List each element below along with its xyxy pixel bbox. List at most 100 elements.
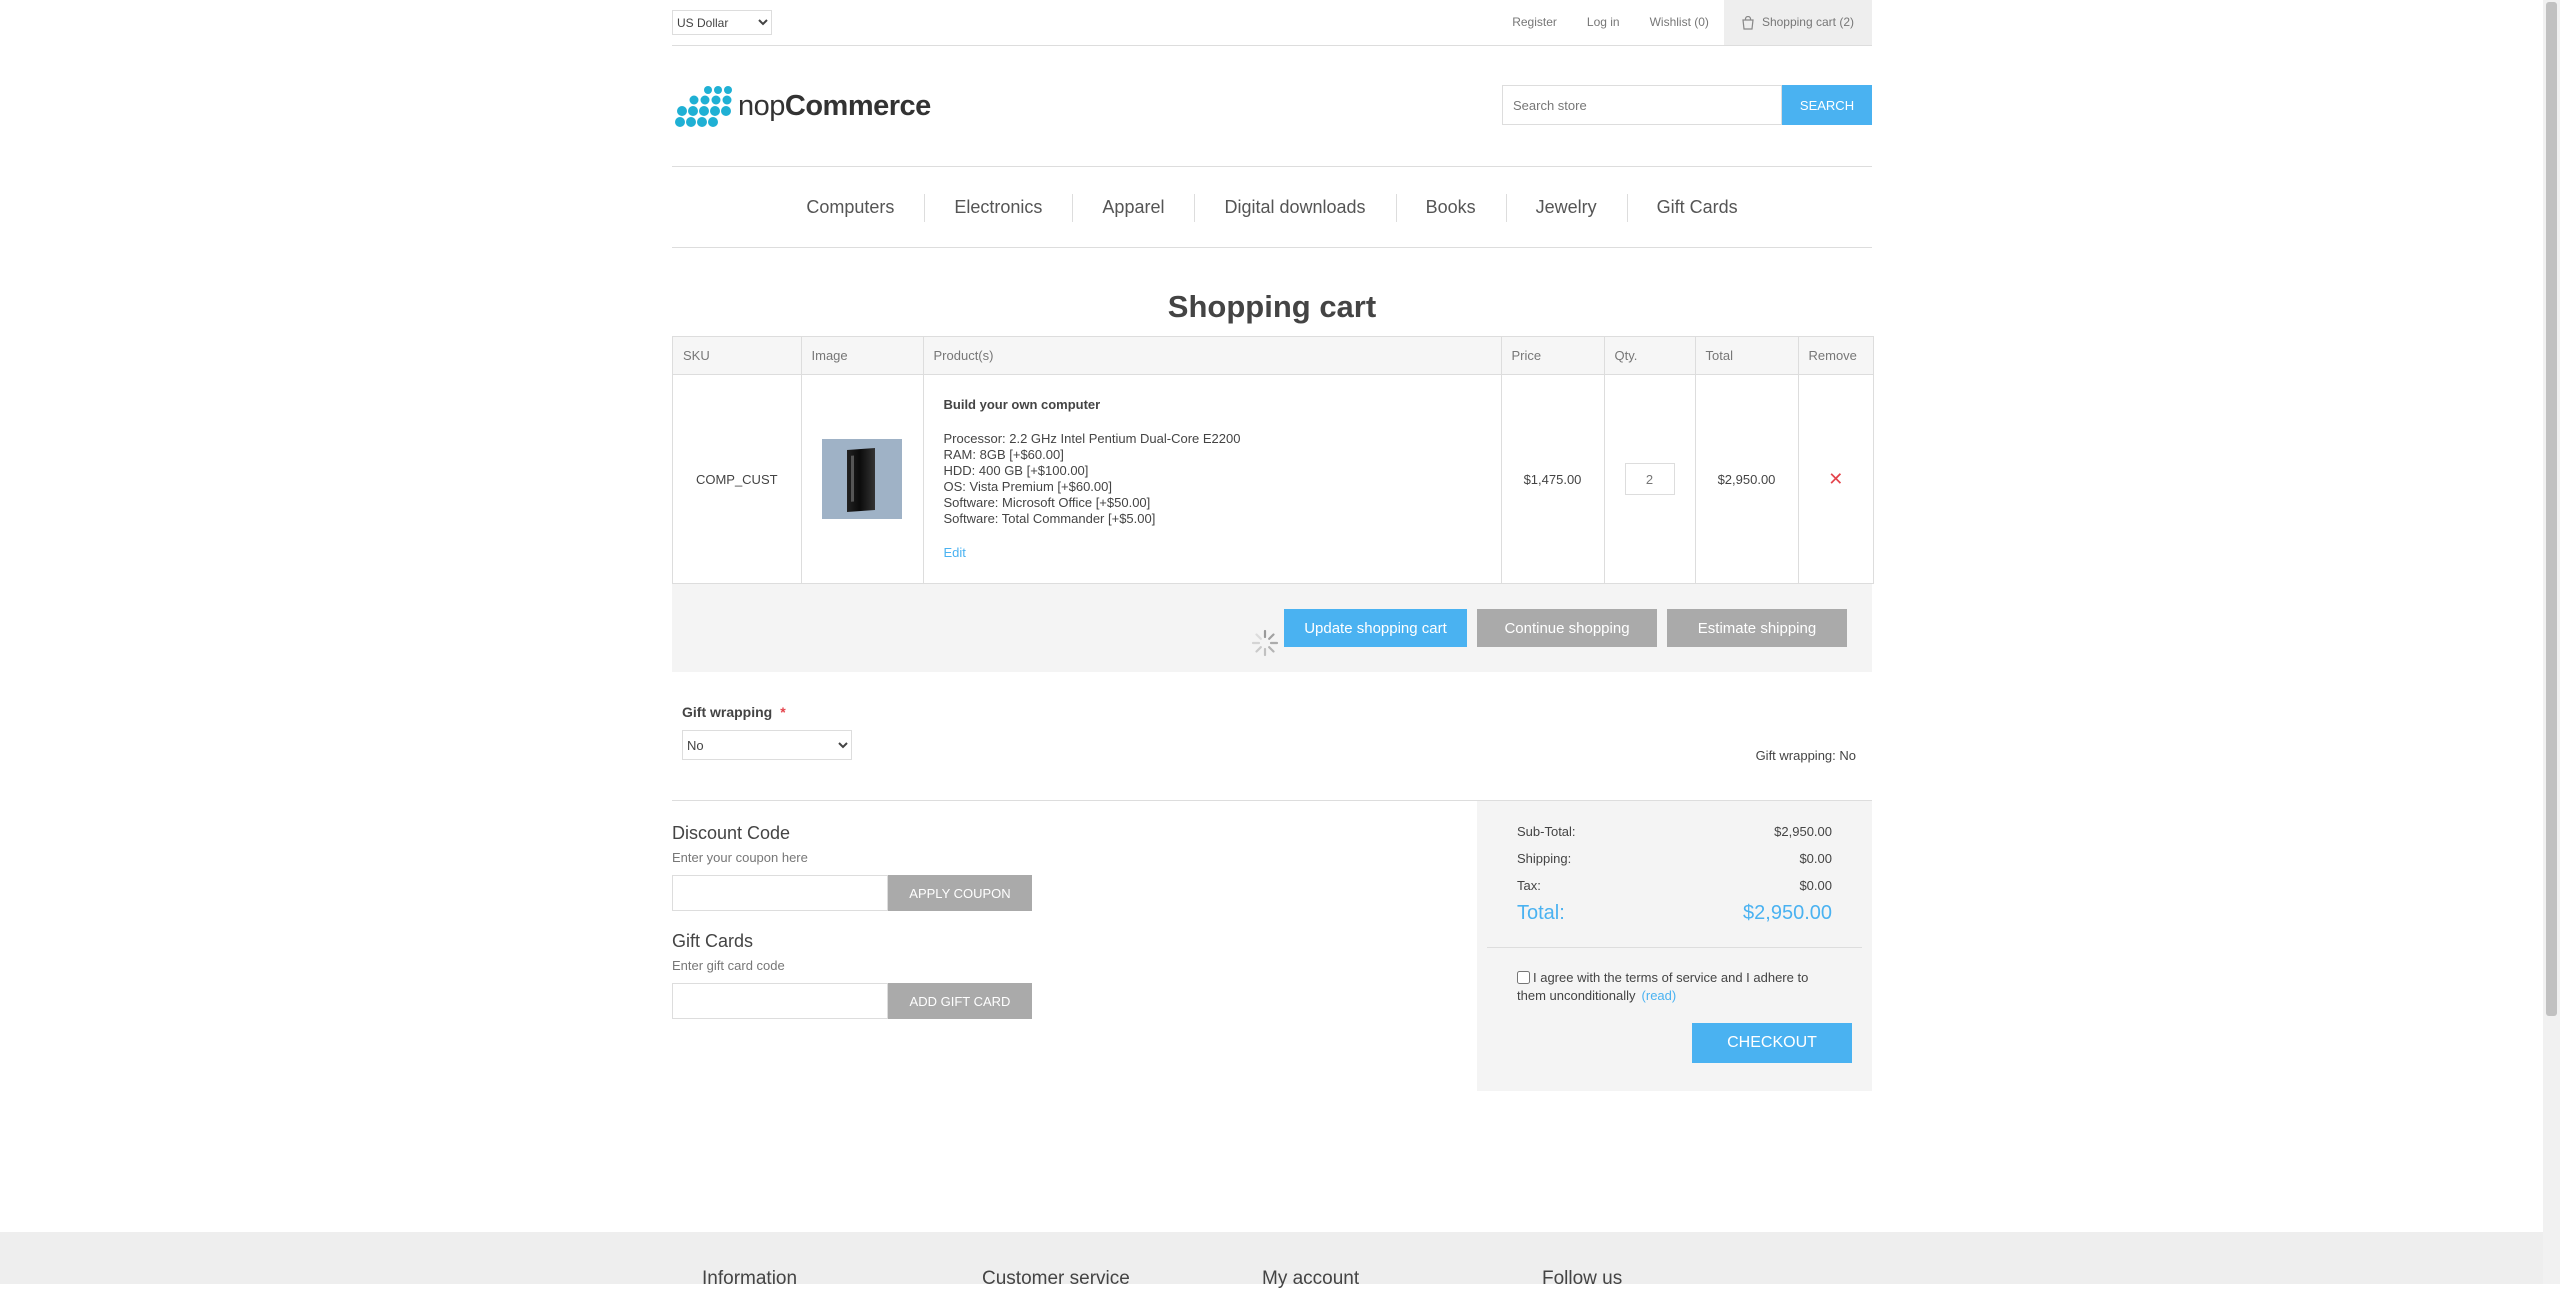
subtotal-row: Sub-Total: $2,950.00 xyxy=(1517,824,1832,839)
page-title: Shopping cart xyxy=(1167,289,1377,324)
checkout-button[interactable]: Checkout xyxy=(1692,1023,1852,1063)
menu-item-electronics[interactable]: Electronics xyxy=(924,193,1072,222)
add-gift-card-button[interactable]: Add gift card xyxy=(888,983,1032,1019)
col-price: Price xyxy=(1500,337,1604,375)
item-qty-cell xyxy=(1603,374,1695,583)
continue-shopping-button[interactable]: Continue shopping xyxy=(1477,609,1657,647)
col-total: Total xyxy=(1694,337,1798,375)
attribute-line: Software: Microsoft Office [+$50.00] xyxy=(943,495,1151,510)
subtotal-value: $2,950.00 xyxy=(1774,824,1832,839)
page-container: US Dollar Register Log in Wishlist (0) S… xyxy=(672,0,1874,1091)
footer-information-title: Information xyxy=(702,1268,798,1289)
col-qty: Qty. xyxy=(1603,337,1695,375)
register-link[interactable]: Register xyxy=(1497,0,1572,45)
product-name-link[interactable]: Build your own computer xyxy=(944,397,1481,413)
header-upper: US Dollar Register Log in Wishlist (0) S… xyxy=(672,0,1872,46)
logo-text-light: nop xyxy=(738,89,785,122)
edit-item-link[interactable]: Edit xyxy=(944,545,966,561)
store-logo[interactable]: nopCommerce xyxy=(674,84,931,128)
gift-card-box: Gift Cards Enter gift card code Add gift… xyxy=(672,931,1032,1019)
tax-label: Tax: xyxy=(1517,878,1541,893)
attribute-line: HDD: 400 GB [+$100.00] xyxy=(943,463,1089,478)
menu-item-books[interactable]: Books xyxy=(1395,193,1506,222)
shipping-label: Shipping: xyxy=(1517,851,1572,866)
attribute-line: Processor: 2.2 GHz Intel Pentium Dual-Co… xyxy=(943,431,1241,446)
checkout-attributes: Gift wrapping * No Gift wrapping: No xyxy=(672,672,1872,801)
read-terms-link[interactable]: (read) xyxy=(1642,988,1677,1003)
gift-wrapping-label-text: Gift wrapping xyxy=(682,704,773,720)
footer-customer-service-title: Customer service xyxy=(982,1268,1130,1289)
header-links: Register Log in Wishlist (0) Shopping ca… xyxy=(1497,0,1872,45)
gift-card-code-input[interactable] xyxy=(672,983,888,1019)
discount-box: Discount Code Enter your coupon here App… xyxy=(672,823,1032,911)
cart-table: SKU Image Product(s) Price Qty. Total Re… xyxy=(672,336,1874,584)
gift-cards-title: Gift Cards xyxy=(672,931,754,951)
col-remove: Remove xyxy=(1797,337,1873,375)
menu-item-apparel[interactable]: Apparel xyxy=(1072,193,1194,222)
attribute-line: OS: Vista Premium [+$60.00] xyxy=(943,479,1112,494)
shopping-bag-icon xyxy=(1741,15,1755,30)
attribute-line: Software: Total Commander [+$5.00] xyxy=(943,511,1156,526)
logo-text: nopCommerce xyxy=(738,90,931,123)
cart-header-row: SKU Image Product(s) Price Qty. Total Re… xyxy=(673,337,1873,375)
search-box: Search xyxy=(1502,85,1872,125)
terms-checkbox[interactable] xyxy=(1517,971,1530,984)
footer-my-account-title: My account xyxy=(1262,1268,1360,1289)
gift-wrapping-info: Gift wrapping: No xyxy=(1755,748,1856,763)
top-menu: Computers Electronics Apparel Digital do… xyxy=(672,166,1872,248)
gift-wrapping-label: Gift wrapping * xyxy=(682,704,786,720)
item-sku: COMP_CUST xyxy=(695,471,778,487)
discount-hint: Enter your coupon here xyxy=(672,850,808,865)
tax-value: $0.00 xyxy=(1799,878,1832,893)
footer-follow-us-title: Follow us xyxy=(1542,1268,1623,1289)
product-image[interactable] xyxy=(822,439,902,519)
order-total-value: $2,950.00 xyxy=(1743,902,1832,924)
attribute-line: RAM: 8GB [+$60.00] xyxy=(943,447,1064,462)
menu-item-gift-cards[interactable]: Gift Cards xyxy=(1626,193,1768,222)
loading-spinner-icon xyxy=(1251,629,1279,657)
subtotal-label: Sub-Total: xyxy=(1517,824,1576,839)
wishlist-link[interactable]: Wishlist (0) xyxy=(1635,0,1724,45)
discount-title: Discount Code xyxy=(672,823,791,843)
page-footer: Information Customer service My account … xyxy=(0,1232,2543,1289)
item-image-cell xyxy=(800,374,923,583)
required-marker: * xyxy=(780,704,786,720)
order-total-row: Total: $2,950.00 xyxy=(1517,902,1832,925)
menu-item-jewelry[interactable]: Jewelry xyxy=(1505,193,1627,222)
cart-footer: Discount Code Enter your coupon here App… xyxy=(672,801,1872,1091)
menu-item-digital-downloads[interactable]: Digital downloads xyxy=(1194,193,1395,222)
header-lower: nopCommerce Search xyxy=(672,46,1872,166)
col-sku: SKU xyxy=(673,337,801,375)
gift-wrapping-select[interactable]: No xyxy=(682,730,852,760)
update-cart-button[interactable]: Update shopping cart xyxy=(1284,609,1467,647)
scrollbar-thumb[interactable] xyxy=(2546,2,2557,1016)
item-product-cell: Build your own computer Processor: 2.2 G… xyxy=(922,374,1501,583)
apply-coupon-button[interactable]: Apply coupon xyxy=(888,875,1032,911)
login-link[interactable]: Log in xyxy=(1572,0,1635,45)
menu-item-computers[interactable]: Computers xyxy=(776,197,924,218)
col-products: Product(s) xyxy=(922,337,1501,375)
currency-selector[interactable]: US Dollar xyxy=(672,10,772,35)
tax-row: Tax: $0.00 xyxy=(1517,878,1832,893)
shipping-value: $0.00 xyxy=(1799,851,1832,866)
quantity-input[interactable] xyxy=(1624,463,1675,495)
item-remove-cell: ✕ xyxy=(1797,374,1873,583)
order-total-label: Total: xyxy=(1517,902,1565,924)
cart-options: Update shopping cart Continue shopping E… xyxy=(672,584,1872,672)
col-image: Image xyxy=(800,337,923,375)
cart-grid: SKU Image Product(s) Price Qty. Total Re… xyxy=(673,337,1873,583)
coupon-code-input[interactable] xyxy=(672,875,888,911)
estimate-shipping-button[interactable]: Estimate shipping xyxy=(1667,609,1847,647)
terms-of-service: I agree with the terms of service and I … xyxy=(1517,969,1832,1005)
search-button[interactable]: Search xyxy=(1782,85,1872,125)
totals-divider xyxy=(1487,947,1862,948)
item-price: $1,475.00 xyxy=(1500,374,1604,583)
cart-item-row: COMP_CUST Build your own computer Proces… xyxy=(673,374,1873,583)
page-scrollbar[interactable] xyxy=(2543,0,2560,1284)
order-totals: Sub-Total: $2,950.00 Shipping: $0.00 Tax… xyxy=(1477,801,1872,1091)
shopping-cart-label: Shopping cart (2) xyxy=(1761,15,1854,29)
gift-cards-hint: Enter gift card code xyxy=(672,958,785,973)
search-input[interactable] xyxy=(1502,85,1782,125)
shopping-cart-link[interactable]: Shopping cart (2) xyxy=(1723,0,1872,45)
close-icon[interactable]: ✕ xyxy=(1828,469,1843,489)
